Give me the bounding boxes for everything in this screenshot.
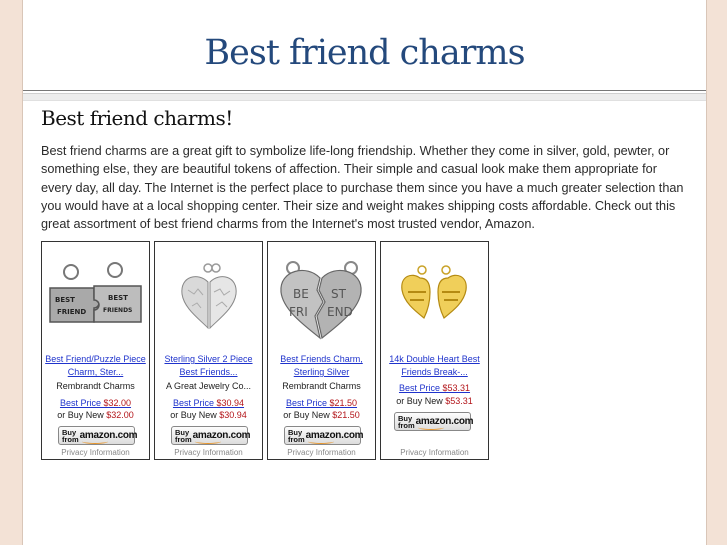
- split-heart-charm-image[interactable]: [158, 246, 259, 346]
- buy-new-line: or Buy New $32.00: [43, 410, 148, 420]
- product-card: 14k Double Heart Best Friends Break-... …: [380, 241, 489, 460]
- buy-from-label: Buy from: [175, 427, 192, 444]
- amazon-logo: amazon.com: [193, 430, 251, 444]
- buy-from-label: Buy from: [62, 427, 79, 444]
- amazon-smile-icon: [307, 439, 334, 444]
- site-title[interactable]: Best friend charms: [23, 0, 706, 71]
- buy-from-amazon-button[interactable]: Buy from amazon.com: [58, 426, 138, 445]
- best-price-link[interactable]: Best Price $32.00: [43, 398, 148, 408]
- best-price-value: $30.94: [216, 398, 245, 408]
- buy-from-amazon-button[interactable]: Buy from amazon.com: [171, 426, 251, 445]
- buy-new-line: or Buy New $21.50: [269, 410, 374, 420]
- privacy-information-link[interactable]: Privacy Information: [382, 448, 487, 457]
- amazon-smile-icon: [81, 439, 108, 444]
- privacy-information-link[interactable]: Privacy Information: [156, 448, 261, 457]
- product-name-link[interactable]: Sterling Silver 2 Piece Best Friends...: [156, 353, 261, 379]
- product-card: BEST FRIEND BEST FRIENDS Best Friend/Puz…: [41, 241, 150, 460]
- buy-new-label: or Buy New: [57, 410, 104, 420]
- merchant-name: Rembrandt Charms: [56, 381, 135, 391]
- merchant-name: A Great Jewelry Co...: [165, 381, 252, 391]
- product-name-link[interactable]: 14k Double Heart Best Friends Break-...: [382, 353, 487, 379]
- buy-new-label: or Buy New: [396, 396, 443, 406]
- post-title: Best friend charms!: [41, 106, 233, 130]
- amazon-logo: amazon.com: [416, 416, 474, 430]
- page-container: Best friend charms Best friend charms! B…: [22, 0, 707, 545]
- buy-new-line: or Buy New $53.31: [382, 396, 487, 406]
- best-price-link[interactable]: Best Price $30.94: [156, 398, 261, 408]
- amazon-logo: amazon.com: [306, 430, 364, 444]
- gold-double-heart-charm-image[interactable]: [384, 246, 485, 346]
- buy-from-amazon-button[interactable]: Buy from amazon.com: [394, 412, 474, 431]
- merchant-name: Rembrandt Charms: [282, 381, 361, 391]
- post-body: Best friend charms are a great gift to s…: [41, 144, 684, 232]
- best-price-label: Best Price: [285, 398, 327, 408]
- product-card: Sterling Silver 2 Piece Best Friends... …: [154, 241, 263, 460]
- buy-new-price: $53.31: [445, 396, 473, 406]
- charm-text: ST: [331, 287, 347, 301]
- buy-new-price: $21.50: [332, 410, 360, 420]
- privacy-information-link[interactable]: Privacy Information: [43, 448, 148, 457]
- best-price-value: $32.00: [103, 398, 132, 408]
- best-price-label: Best Price: [398, 383, 440, 393]
- best-price-label: Best Price: [172, 398, 214, 408]
- charm-text: BEST: [55, 296, 75, 304]
- amazon-smile-icon: [417, 425, 444, 430]
- buy-from-label: Buy from: [398, 413, 415, 430]
- buy-new-price: $32.00: [106, 410, 134, 420]
- buy-new-line: or Buy New $30.94: [156, 410, 261, 420]
- charm-text: FRIENDS: [103, 307, 132, 314]
- best-price-value: $53.31: [442, 383, 471, 393]
- charm-text: END: [327, 305, 353, 319]
- charm-text: BEST: [108, 294, 128, 302]
- site-header: Best friend charms: [23, 0, 706, 91]
- amazon-logo: amazon.com: [80, 430, 138, 444]
- best-price-link[interactable]: Best Price $53.31: [382, 383, 487, 393]
- product-name-link[interactable]: Best Friend/Puzzle Piece Charm, Ster...: [43, 353, 148, 379]
- privacy-information-link[interactable]: Privacy Information: [269, 448, 374, 457]
- header-divider: [23, 93, 706, 101]
- charm-text: FRI: [289, 305, 308, 319]
- buy-from-amazon-button[interactable]: Buy from amazon.com: [284, 426, 364, 445]
- puzzle-charm-image[interactable]: BEST FRIEND BEST FRIENDS: [45, 246, 146, 346]
- best-price-value: $21.50: [329, 398, 358, 408]
- product-card: BE ST FRI END Best Friends Charm, Sterli…: [267, 241, 376, 460]
- charm-text: FRIEND: [57, 308, 86, 316]
- buy-from-label: Buy from: [288, 427, 305, 444]
- post: Best friend charms! Best friend charms a…: [41, 106, 691, 233]
- product-name-link[interactable]: Best Friends Charm, Sterling Silver: [269, 353, 374, 379]
- heart-charm-image[interactable]: BE ST FRI END: [271, 246, 372, 346]
- amazon-smile-icon: [194, 439, 221, 444]
- best-price-label: Best Price: [59, 398, 101, 408]
- best-price-link[interactable]: Best Price $21.50: [269, 398, 374, 408]
- buy-new-label: or Buy New: [170, 410, 217, 420]
- charm-text: BE: [293, 287, 309, 301]
- buy-new-label: or Buy New: [283, 410, 330, 420]
- buy-new-price: $30.94: [219, 410, 247, 420]
